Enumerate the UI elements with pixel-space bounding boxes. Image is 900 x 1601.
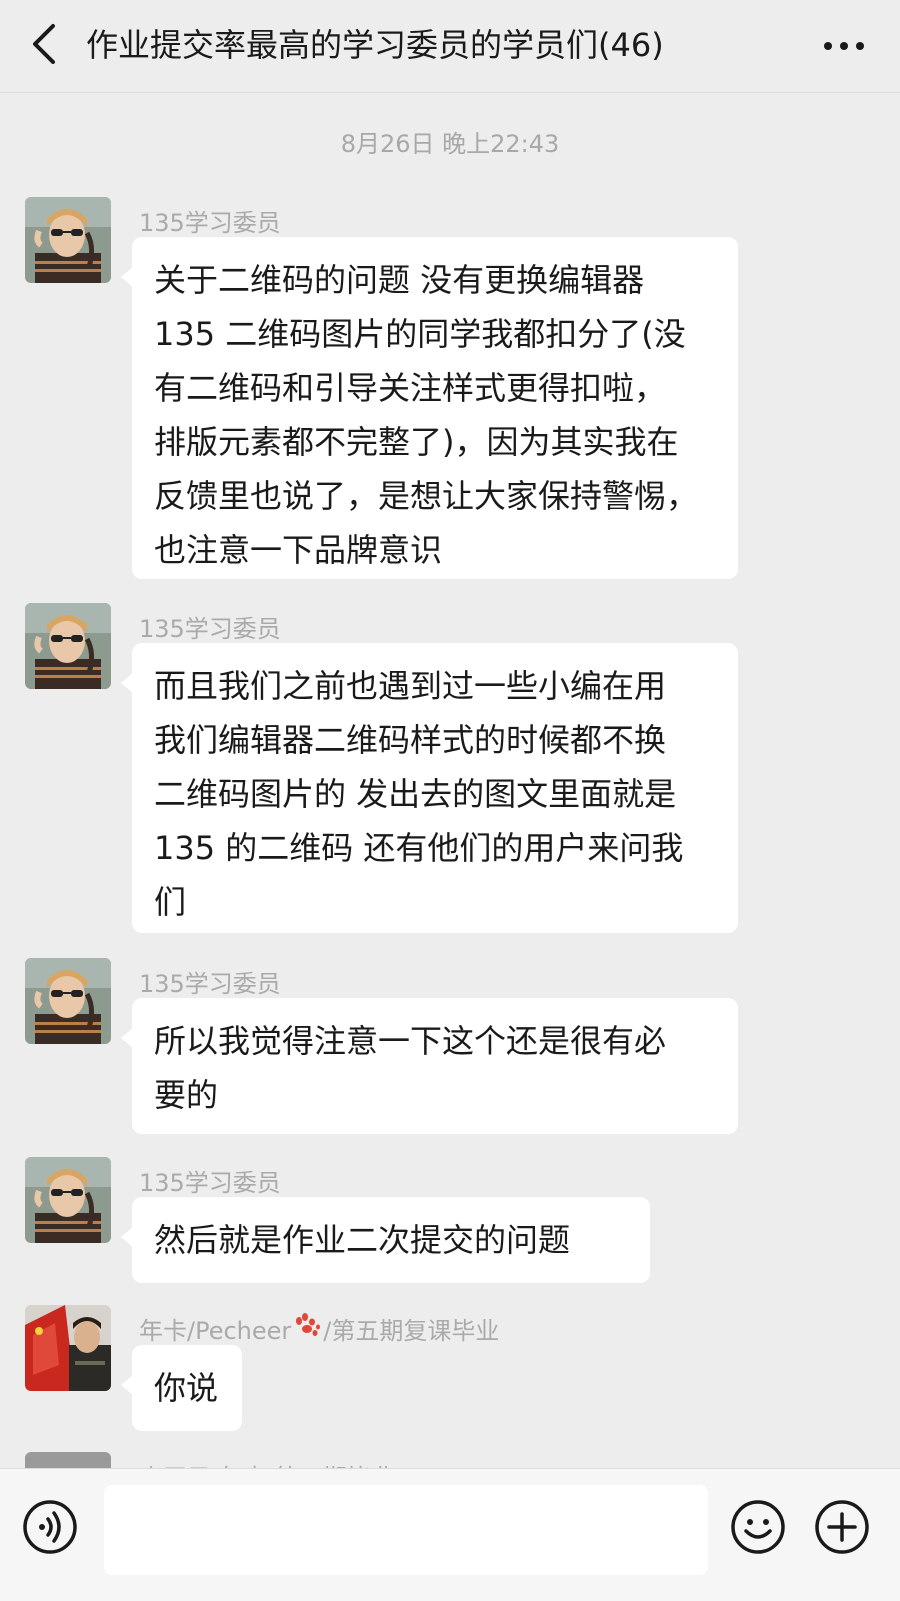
chevron-left-icon	[33, 24, 55, 64]
emoji-icon	[731, 1500, 785, 1554]
message-timestamp: 8月26日 晚上22:43	[340, 130, 560, 158]
sender-name: 135学习委员	[139, 615, 281, 643]
input-bar	[0, 1468, 900, 1601]
sender-name: 135学习委员	[139, 1169, 281, 1197]
message-bubble[interactable]: 所以我觉得注意一下这个还是很有必 要的	[121, 998, 738, 1134]
sender-name: 135学习委员	[139, 209, 281, 237]
message-bubble[interactable]: 关于二维码的问题 没有更换编辑器 135 二维码图片的同学我都扣分了(没 有二维…	[121, 237, 738, 579]
avatar[interactable]	[25, 197, 111, 283]
more-dots-icon	[824, 42, 864, 50]
sender-name: 年卡/Pecheer /第五期复课毕业	[139, 1311, 499, 1346]
message-input[interactable]	[104, 1485, 708, 1575]
sender-name: 小王子/年卡/第五期毕业	[139, 1458, 395, 1468]
paw-icon	[293, 1312, 321, 1345]
avatar[interactable]	[25, 603, 111, 689]
avatar[interactable]	[25, 1305, 111, 1391]
plus-icon	[815, 1500, 869, 1554]
emoji-button[interactable]	[730, 1499, 786, 1555]
avatar[interactable]	[25, 1157, 111, 1243]
chat-header: 作业提交率最高的学习委员的学员们(46)	[0, 0, 900, 93]
sender-name-suffix: /第五期复课毕业	[323, 1317, 500, 1345]
more-actions-button[interactable]	[814, 1499, 870, 1555]
sender-name: 135学习委员	[139, 970, 281, 998]
voice-icon	[23, 1500, 77, 1554]
avatar[interactable]	[25, 1452, 111, 1468]
message-bubble[interactable]: 你说	[121, 1345, 242, 1431]
message-bubble[interactable]: 而且我们之前也遇到过一些小编在用 我们编辑器二维码样式的时候都不换 二维码图片的…	[121, 643, 738, 933]
voice-button[interactable]	[22, 1499, 78, 1555]
avatar[interactable]	[25, 958, 111, 1044]
back-button[interactable]	[22, 22, 66, 66]
partial-chat-message: 小王子/年卡/第五期毕业	[0, 1452, 900, 1468]
message-bubble[interactable]: 然后就是作业二次提交的问题	[121, 1197, 650, 1283]
more-button[interactable]	[816, 26, 872, 66]
sender-name-prefix: 年卡/Pecheer	[139, 1317, 292, 1345]
chat-title: 作业提交率最高的学习委员的学员们(46)	[86, 26, 664, 64]
